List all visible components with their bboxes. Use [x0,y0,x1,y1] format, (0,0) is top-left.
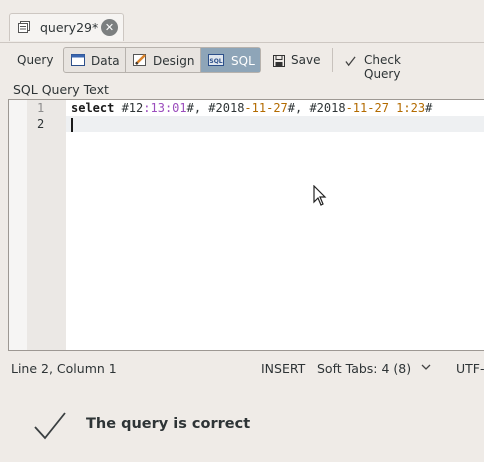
code-token-plain: #, #2018 [186,101,245,115]
code-token-number: :13:01 [143,101,187,115]
save-button[interactable]: Save [268,47,324,73]
code-token-keyword: select [71,101,115,115]
query-menu-label[interactable]: Query [17,53,53,67]
data-mode-button[interactable]: Data [64,48,126,72]
code-token-plain: # [425,101,433,115]
text-caret [71,118,73,132]
tab-width-selector[interactable]: Soft Tabs: 4 (8) [317,361,411,376]
data-mode-label: Data [91,54,120,68]
toolbar: Query Data Design SQL SQL Save Check Que… [0,46,484,81]
code-token-plain: #, #2018 [287,101,346,115]
chevron-down-icon[interactable] [421,362,431,372]
sql-query-text-label: SQL Query Text [13,82,109,97]
check-query-icon [345,56,356,67]
insert-mode-indicator[interactable]: INSERT [261,361,305,376]
cursor-position: Line 2, Column 1 [11,361,117,376]
design-mode-button[interactable]: Design [126,48,201,72]
sql-icon: SQL [208,54,224,66]
check-query-button[interactable]: Check Query [340,47,440,81]
close-icon[interactable]: ✕ [101,19,118,36]
editor-margin [9,100,28,350]
line-number: 1 [37,101,45,115]
check-query-label: Check Query [364,53,401,81]
view-mode-switcher: Data Design SQL SQL [63,47,261,73]
current-line-highlight [66,116,484,132]
tab-title: query29* [40,20,99,35]
mouse-pointer-icon [313,185,327,206]
sql-mode-label: SQL [231,54,255,68]
code-line: select #12:13:01#, #2018-11-27#, #2018-1… [71,101,432,115]
encoding-selector[interactable]: UTF- [456,361,484,376]
line-number-gutter [27,100,66,350]
save-label: Save [291,53,321,67]
tab-bar: query29* ✕ [0,0,484,43]
query-result-message: The query is correct [86,416,251,432]
checkmark-icon [34,412,66,440]
design-pencil-icon [133,54,146,66]
sql-mode-button[interactable]: SQL SQL [201,48,260,72]
code-token-plain: #12 [114,101,144,115]
data-grid-icon [71,54,85,66]
design-mode-label: Design [153,54,195,68]
query-tab-icon [18,21,30,33]
svg-text:SQL: SQL [209,58,222,65]
sql-editor[interactable]: 1 2 select #12:13:01#, #2018-11-27#, #20… [8,99,484,351]
save-icon [273,55,285,67]
tab-query[interactable]: query29* ✕ [9,13,124,41]
code-token-date: -11-27 [244,101,288,115]
toolbar-separator [332,48,333,72]
line-number: 2 [37,117,45,131]
code-token-date: -11-27 1:23 [345,101,426,115]
status-bar: Line 2, Column 1 INSERT Soft Tabs: 4 (8)… [0,356,484,382]
